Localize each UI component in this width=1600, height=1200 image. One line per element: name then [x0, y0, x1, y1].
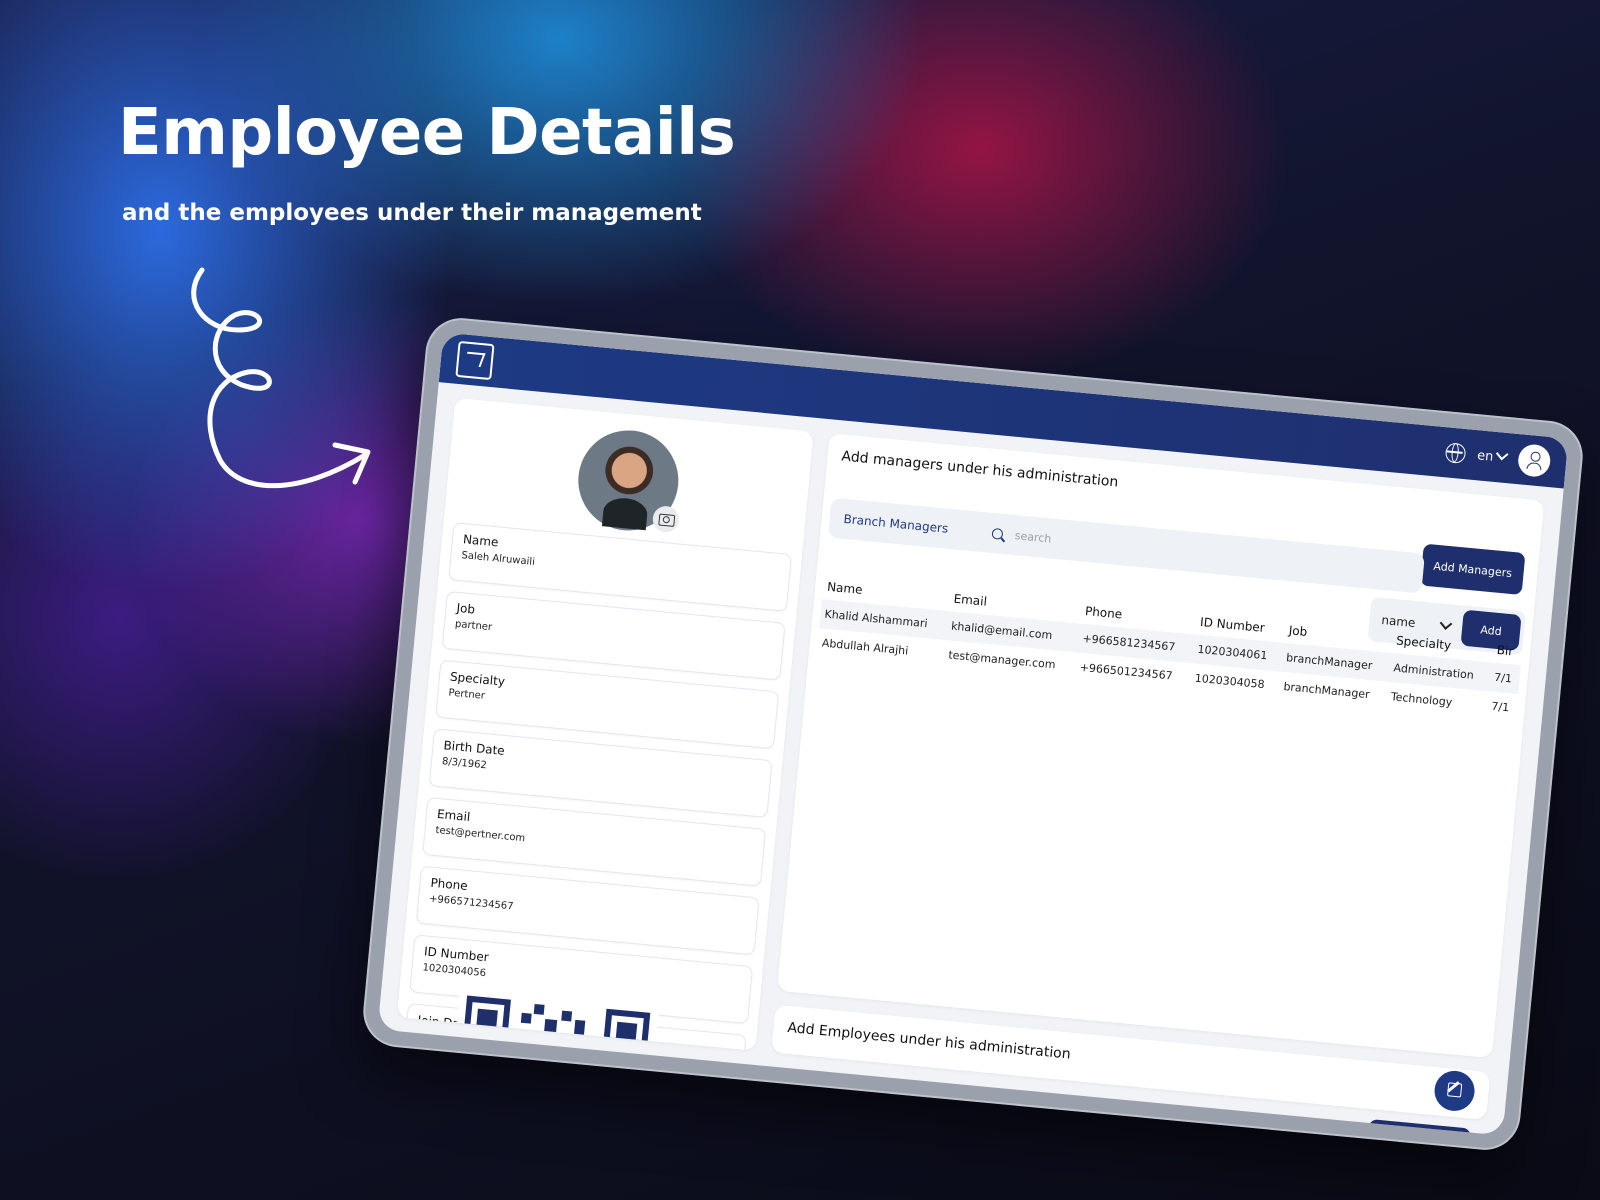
hero-subtitle: and the employees under their management	[122, 200, 702, 226]
table-cell: 7/1	[1488, 662, 1521, 695]
edit-icon[interactable]	[1432, 1069, 1477, 1113]
language-label: en	[1476, 447, 1495, 465]
content-area: Name Saleh Alruwaili Job partner Special…	[378, 382, 1564, 1136]
hero-title: Employee Details	[118, 96, 736, 170]
tab-branch-managers[interactable]: Branch Managers	[843, 512, 949, 536]
chevron-down-icon	[1495, 447, 1509, 460]
tablet-frame: en Name Saleh Alruwaili Job partner Spec…	[360, 314, 1586, 1154]
column-header[interactable]: Bir	[1492, 637, 1524, 666]
search-input[interactable]	[1012, 527, 1157, 556]
managers-card: Add managers under his administration Ad…	[776, 433, 1545, 1059]
search-icon	[991, 527, 1004, 540]
user-icon[interactable]	[1516, 443, 1552, 479]
app-screen: en Name Saleh Alruwaili Job partner Spec…	[377, 332, 1569, 1136]
logo-icon[interactable]	[455, 340, 495, 381]
chevron-down-icon	[1439, 616, 1453, 630]
arrow-swirl-icon	[191, 267, 371, 489]
add-managers-button[interactable]: Add Managers	[1419, 543, 1526, 596]
managers-table-wrap: name Add Name Email Phone ID Number Job …	[786, 549, 1526, 1049]
globe-icon[interactable]	[1444, 442, 1467, 465]
table-cell: 7/1	[1490, 699, 1510, 715]
right-column: Add managers under his administration Ad…	[771, 433, 1545, 1136]
avatar	[573, 425, 683, 535]
camera-icon[interactable]	[651, 504, 681, 534]
language-selector[interactable]: en	[1476, 447, 1509, 466]
managers-title: Add managers under his administration	[840, 448, 1119, 491]
managers-table: Name Email Phone ID Number Job Specialty…	[817, 573, 1524, 723]
employees-title: Add Employees under his administration	[786, 1019, 1072, 1063]
add-employees-button[interactable]: Add Employees	[1365, 1119, 1472, 1136]
topbar-actions: en	[1444, 436, 1552, 479]
profile-card: Name Saleh Alruwaili Job partner Special…	[396, 397, 814, 1051]
